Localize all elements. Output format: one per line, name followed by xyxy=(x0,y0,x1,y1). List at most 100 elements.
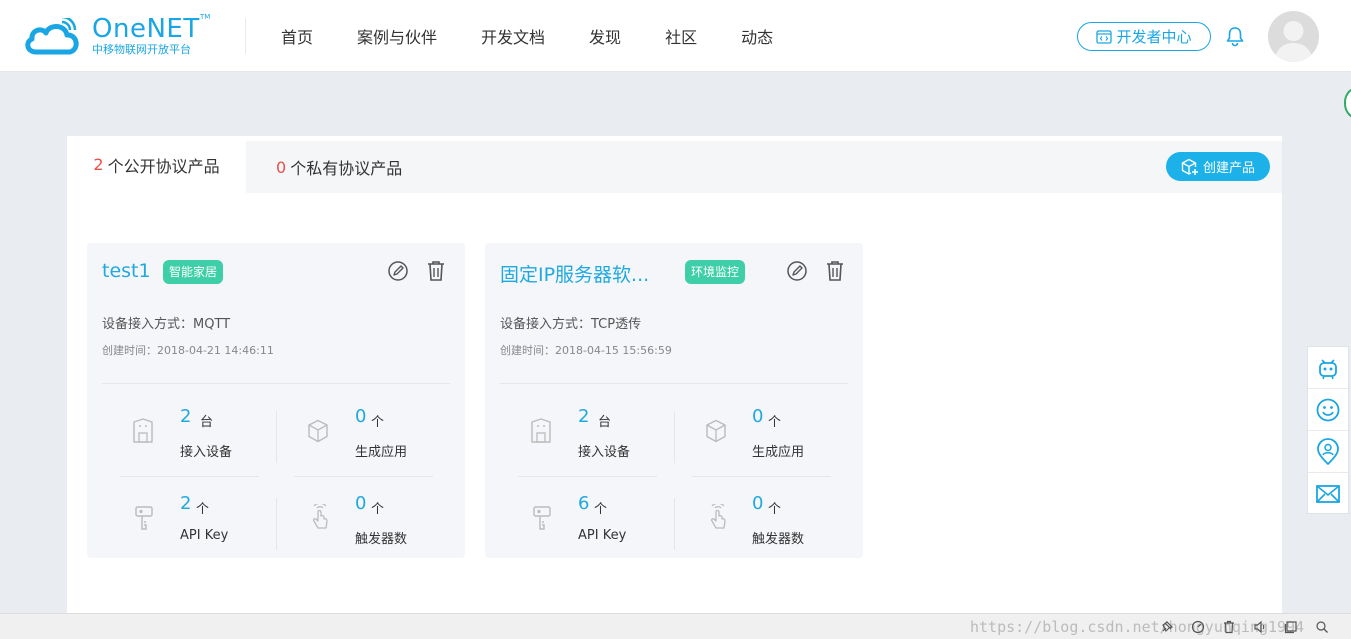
logo-subtitle: 中移物联网开放平台 xyxy=(92,43,191,56)
stat-divider xyxy=(276,411,277,463)
devices-label: 接入设备 xyxy=(578,445,631,460)
nav-item-community[interactable]: 社区 xyxy=(665,24,697,48)
product-title[interactable]: test1 xyxy=(102,260,151,282)
product-category-tag: 环境监控 xyxy=(685,260,746,284)
message-button[interactable] xyxy=(1308,473,1348,515)
browser-status-bar: https://blog.csdn.net/hongyunqing1994 xyxy=(0,613,1351,639)
triggers-label: 触发器数 xyxy=(752,532,805,547)
created-time: 创建时间：2018-04-15 15:56:59 xyxy=(500,344,672,357)
volume-icon[interactable] xyxy=(1253,620,1267,634)
feedback-button[interactable] xyxy=(1308,389,1348,431)
stat-divider xyxy=(120,476,259,477)
search-icon[interactable] xyxy=(1315,620,1329,634)
devices-unit: 台 xyxy=(200,415,214,430)
tab-public-products[interactable]: 2 个公开协议产品 xyxy=(67,136,246,193)
triggers-unit: 个 xyxy=(768,502,782,517)
speed-icon[interactable] xyxy=(1191,620,1205,634)
product-card[interactable]: 固定IP服务器软... 环境监控 设备接入方式：TCP透传 创建时间：2018-… xyxy=(485,243,863,558)
tab-private-products[interactable]: 0 个私有协议产品 xyxy=(276,141,402,193)
robot-icon xyxy=(1319,358,1337,379)
onenet-logo[interactable]: OneNET TM 中移物联网开放平台 xyxy=(22,12,212,58)
code-window-icon xyxy=(1096,29,1113,44)
trash-icon[interactable] xyxy=(426,260,446,282)
trash-small-icon[interactable] xyxy=(1222,620,1236,634)
public-tab-label: 个公开协议产品 xyxy=(107,156,220,176)
apps-label: 生成应用 xyxy=(355,445,408,460)
nav-item-discover[interactable]: 发现 xyxy=(589,24,621,48)
devices-count[interactable]: 2 xyxy=(180,406,191,427)
edit-icon[interactable] xyxy=(387,260,409,282)
developer-center-button[interactable]: 开发者中心 xyxy=(1077,22,1211,51)
window-icon[interactable] xyxy=(1284,620,1298,634)
apikey-unit: 个 xyxy=(594,502,608,517)
cube-icon xyxy=(308,419,328,443)
developer-center-label: 开发者中心 xyxy=(1116,28,1192,46)
key-icon xyxy=(135,506,153,530)
contact-service-button[interactable] xyxy=(1308,431,1348,473)
product-title[interactable]: 固定IP服务器软... xyxy=(500,260,649,287)
card-divider xyxy=(102,383,450,384)
status-bar-icons xyxy=(1160,620,1329,634)
private-count: 0 xyxy=(276,157,287,177)
product-panel: 2 个公开协议产品 0 个私有协议产品 创建产品 test1 智能家居 设备接入… xyxy=(67,136,1282,616)
bell-icon[interactable] xyxy=(1224,25,1246,47)
device-icon xyxy=(531,418,551,443)
edit-icon[interactable] xyxy=(786,260,808,282)
top-header: OneNET TM 中移物联网开放平台 首页 案例与伙伴 开发文档 发现 社区 … xyxy=(0,0,1351,72)
product-card[interactable]: test1 智能家居 设备接入方式：MQTT 创建时间：2018-04-21 1… xyxy=(87,243,465,558)
nav-item-cases[interactable]: 案例与伙伴 xyxy=(357,24,437,48)
device-icon xyxy=(133,418,153,443)
apikey-label: API Key xyxy=(578,528,627,543)
nav-item-news[interactable]: 动态 xyxy=(741,24,773,48)
main-nav: 首页 案例与伙伴 开发文档 发现 社区 动态 xyxy=(281,0,817,72)
default-user-icon xyxy=(1274,21,1313,62)
nav-item-docs[interactable]: 开发文档 xyxy=(481,24,545,48)
smile-icon xyxy=(1316,398,1340,421)
pin-icon[interactable] xyxy=(1160,620,1174,634)
devices-label: 接入设备 xyxy=(180,445,233,460)
user-avatar[interactable] xyxy=(1268,11,1319,62)
logo-name: OneNET xyxy=(92,14,200,44)
stat-divider xyxy=(674,411,675,463)
robot-assistant-button[interactable] xyxy=(1308,347,1348,389)
mail-icon xyxy=(1316,485,1340,503)
create-product-label: 创建产品 xyxy=(1202,161,1255,176)
key-icon xyxy=(533,506,551,530)
stat-divider xyxy=(518,476,657,477)
cube-icon xyxy=(706,419,726,443)
apikey-unit: 个 xyxy=(196,502,210,517)
stat-divider xyxy=(692,476,831,477)
apikey-label: API Key xyxy=(180,528,229,543)
public-count: 2 xyxy=(93,155,104,174)
apps-count[interactable]: 0 xyxy=(355,406,366,427)
devices-count[interactable]: 2 xyxy=(578,406,589,427)
product-tabs: 2 个公开协议产品 0 个私有协议产品 创建产品 xyxy=(67,136,1282,193)
devices-unit: 台 xyxy=(598,415,612,430)
apps-count[interactable]: 0 xyxy=(752,406,763,427)
trash-icon[interactable] xyxy=(825,260,845,282)
triggers-count[interactable]: 0 xyxy=(752,493,763,514)
access-method: 设备接入方式：TCP透传 xyxy=(500,317,642,332)
apps-label: 生成应用 xyxy=(752,445,805,460)
apps-unit: 个 xyxy=(768,415,782,430)
apikey-count[interactable]: 2 xyxy=(180,493,191,514)
apikey-count[interactable]: 6 xyxy=(578,493,589,514)
cube-add-icon xyxy=(1181,158,1198,175)
created-time: 创建时间：2018-04-21 14:46:11 xyxy=(102,344,274,357)
nav-item-home[interactable]: 首页 xyxy=(281,24,313,48)
card-divider xyxy=(500,383,848,384)
product-category-tag: 智能家居 xyxy=(163,260,224,284)
cloud-logo-icon xyxy=(25,18,79,55)
create-product-button[interactable]: 创建产品 xyxy=(1166,152,1270,181)
touch-trigger-icon xyxy=(312,504,328,529)
triggers-unit: 个 xyxy=(371,502,385,517)
location-user-icon xyxy=(1317,437,1339,465)
edge-floating-widget[interactable] xyxy=(1344,86,1351,120)
access-method: 设备接入方式：MQTT xyxy=(102,317,231,332)
floating-toolbar xyxy=(1307,346,1349,514)
triggers-count[interactable]: 0 xyxy=(355,493,366,514)
stat-divider xyxy=(674,498,675,550)
triggers-label: 触发器数 xyxy=(355,532,408,547)
touch-trigger-icon xyxy=(710,504,726,529)
private-tab-label: 个私有协议产品 xyxy=(290,159,403,178)
